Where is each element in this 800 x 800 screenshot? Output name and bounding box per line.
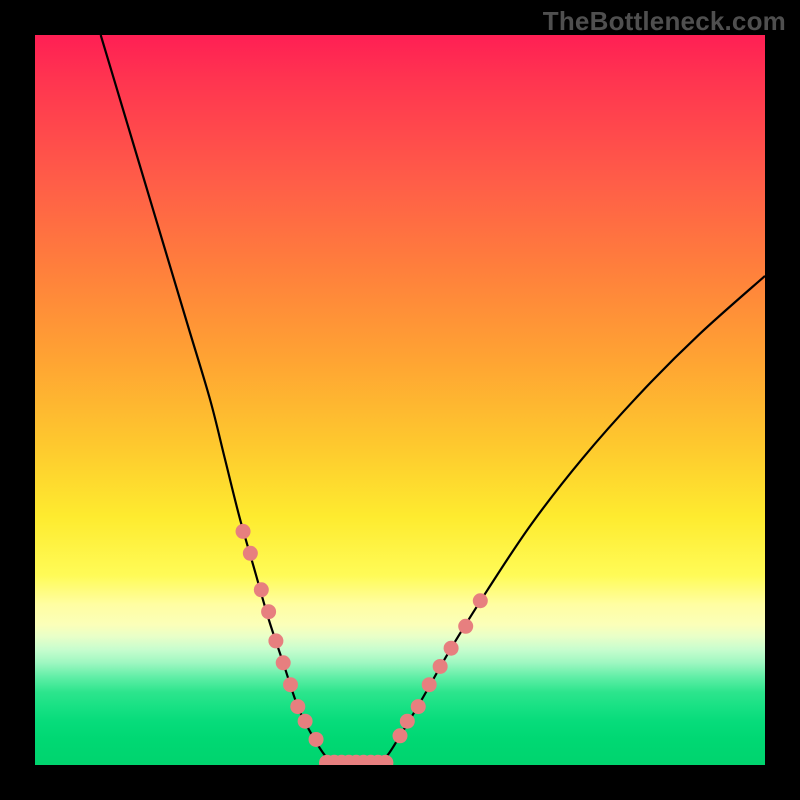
curve-marker-dot [236,524,251,539]
curve-marker-dot [254,582,269,597]
curve-marker-dot [458,619,473,634]
curve-marker-dot [268,633,283,648]
bottleneck-curve [101,35,765,765]
curve-marker-dot [276,655,291,670]
curve-marker-dot [400,714,415,729]
curve-markers [236,524,488,747]
curve-marker-dot [473,593,488,608]
curve-marker-dot [298,714,313,729]
curve-marker-dot [283,677,298,692]
curve-marker-dot [433,659,448,674]
chart-plot-area [35,35,765,765]
watermark-text: TheBottleneck.com [543,6,786,37]
curve-marker-dot [290,699,305,714]
flat-bottom-markers [319,755,393,765]
curve-marker-dot [411,699,426,714]
curve-marker-dot [422,677,437,692]
curve-marker-dot [444,641,459,656]
curve-marker-dot [243,546,258,561]
curve-marker-dot [261,604,276,619]
curve-marker-dot [309,732,324,747]
bottleneck-curve-svg [35,35,765,765]
curve-marker-dot [393,728,408,743]
